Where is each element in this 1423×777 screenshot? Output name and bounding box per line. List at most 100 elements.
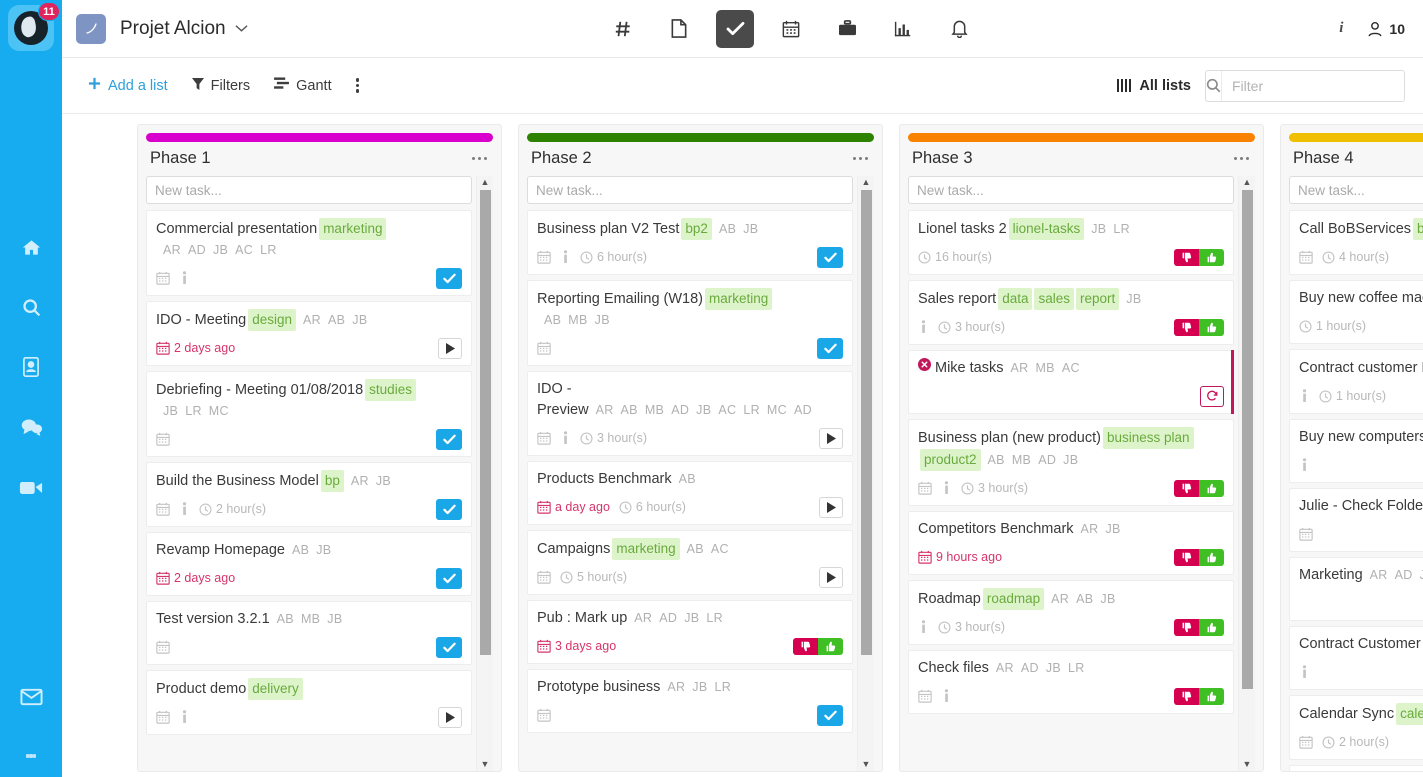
calendar-icon[interactable] [772,10,810,48]
calendar-icon[interactable] [156,502,170,516]
calendar-icon[interactable] [918,481,932,495]
list-more-menu[interactable] [851,153,871,165]
card-tag[interactable]: bp2 [681,218,712,240]
task-card[interactable]: Contract Customer BARJBAC [1289,626,1423,690]
calendar-icon[interactable] [537,250,551,264]
thumbs-up-icon[interactable] [1199,619,1224,636]
thumbs-down-icon[interactable] [1174,549,1199,566]
scrollbar-track[interactable] [1242,190,1253,757]
clock-icon[interactable] [580,251,593,264]
task-card[interactable]: Julie - Check FoldersARJBAC [1289,488,1423,552]
toolbar-more-menu[interactable] [344,71,372,100]
filter-search-box[interactable] [1205,70,1405,102]
thumbs-up-icon[interactable] [1199,319,1224,336]
task-card[interactable]: IDO - PreviewARABMBADJBACLRMCAD3 hour(s) [527,371,853,456]
card-tag[interactable]: marketing [319,218,386,240]
info-icon[interactable] [560,431,571,445]
task-card[interactable]: Calendar SynccalendarARAB2 hour(s) [1289,695,1423,760]
video-icon[interactable] [0,457,62,517]
calendar-icon[interactable] [156,571,170,585]
gantt-button[interactable]: Gantt [262,71,343,100]
info-icon[interactable] [560,250,571,264]
new-task-input[interactable] [146,176,472,204]
task-card[interactable]: Business plan V2 Testbp2ABJB6 hour(s) [527,210,853,275]
scrollbar-thumb[interactable] [1242,190,1253,689]
scroll-up-arrow[interactable]: ▲ [1243,178,1252,187]
info-icon[interactable]: i [1335,20,1347,37]
retry-task-button[interactable] [1200,386,1224,407]
info-icon[interactable] [179,502,190,516]
clock-icon[interactable] [199,503,212,516]
chevron-down-icon[interactable] [235,21,248,36]
member-count[interactable]: 10 [1367,21,1405,37]
task-card[interactable]: Competitors BenchmarkARJB9 hours ago [908,511,1234,575]
clock-icon[interactable] [938,321,951,334]
start-task-button[interactable] [438,338,462,359]
scrollbar-thumb[interactable] [861,190,872,655]
list-scrollbar[interactable]: ▲▼ [857,176,874,771]
clock-icon[interactable] [560,571,573,584]
search-input[interactable] [1222,71,1405,101]
info-icon[interactable] [1299,458,1310,472]
scrollbar-track[interactable] [480,190,491,757]
calendar-icon[interactable] [537,341,551,355]
thumbs-up-icon[interactable] [1199,480,1224,497]
chat-icon[interactable] [0,397,62,457]
task-card[interactable]: Buy new computersARABMB [1289,419,1423,483]
card-tag[interactable]: bobservices [1413,218,1423,240]
add-list-button[interactable]: Add a list [76,71,180,100]
workspace-avatar[interactable]: 11 [8,5,54,51]
info-icon[interactable] [941,689,952,703]
calendar-icon[interactable] [1299,735,1313,749]
start-task-button[interactable] [819,497,843,518]
calendar-icon[interactable] [537,570,551,584]
rail-more-menu[interactable] [0,741,62,771]
new-task-input[interactable] [1289,176,1423,204]
calendar-icon[interactable] [156,341,170,355]
clock-icon[interactable] [1299,320,1312,333]
thumbs-down-icon[interactable] [1174,688,1199,705]
complete-task-button[interactable] [817,338,843,359]
calendar-icon[interactable] [537,431,551,445]
chart-icon[interactable] [884,10,922,48]
task-card[interactable]: Debriefing - Meeting 01/08/2018studiesJB… [146,371,472,457]
task-card[interactable]: Build the Business ModelbpARJB2 hour(s) [146,462,472,527]
info-icon[interactable] [179,710,190,724]
thumbs-down-icon[interactable] [793,638,818,655]
task-card[interactable]: CampaignsmarketingABAC5 hour(s) [527,530,853,595]
card-tag[interactable]: data [998,288,1032,310]
complete-task-button[interactable] [436,499,462,520]
card-tag[interactable]: studies [365,379,416,401]
scrollbar-thumb[interactable] [480,190,491,655]
task-card[interactable]: Product demodelivery [146,670,472,735]
complete-task-button[interactable] [436,637,462,658]
info-icon[interactable] [941,481,952,495]
thumbs-up-icon[interactable] [818,638,843,655]
thumbs-up-icon[interactable] [1199,549,1224,566]
calendar-icon[interactable] [156,432,170,446]
clock-icon[interactable] [1322,736,1335,749]
info-icon[interactable] [179,271,190,285]
search-icon[interactable] [0,277,62,337]
task-card[interactable]: Call customer E (Canada)client4 hour(s) [1289,765,1423,771]
thumbs-down-icon[interactable] [1174,480,1199,497]
thumbs-up-icon[interactable] [1199,249,1224,266]
list-more-menu[interactable] [1232,153,1252,165]
card-tag[interactable]: sales [1034,288,1074,310]
hash-icon[interactable] [604,10,642,48]
task-card[interactable]: Reporting Emailing (W18)marketingABMBJB [527,280,853,366]
calendar-icon[interactable] [1299,527,1313,541]
card-tag[interactable]: calendar [1396,703,1423,725]
thumbs-down-icon[interactable] [1174,319,1199,336]
task-card[interactable]: Test version 3.2.1ABMBJB [146,601,472,665]
clock-icon[interactable] [918,251,931,264]
calendar-icon[interactable] [156,640,170,654]
card-tag[interactable]: marketing [612,538,679,560]
clock-icon[interactable] [580,432,593,445]
card-tag[interactable]: bp [321,470,344,492]
contacts-icon[interactable] [0,337,62,397]
thumbs-down-icon[interactable] [1174,249,1199,266]
complete-task-button[interactable] [436,268,462,289]
task-card[interactable]: Commercial presentationmarketingARADJBAC… [146,210,472,296]
scroll-down-arrow[interactable]: ▼ [862,760,871,769]
